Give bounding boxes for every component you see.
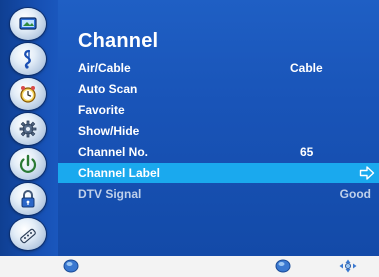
time-icon[interactable]	[10, 78, 46, 110]
menu-item-label: Show/Hide	[78, 124, 140, 138]
menu-item-value: 65	[300, 145, 314, 159]
menu-item-label: Channel No.	[78, 145, 149, 159]
menu-item-label: Channel Label	[78, 166, 161, 180]
menu-item-favorite[interactable]: Favorite	[58, 100, 379, 120]
input-icon[interactable]	[10, 148, 46, 180]
menu-item-value: Cable	[290, 61, 323, 75]
lock-icon[interactable]	[10, 183, 46, 215]
audio-icon[interactable]	[10, 43, 46, 75]
footer-bar	[0, 256, 379, 277]
menu-title: Channel	[78, 30, 159, 52]
menu-item-auto-scan[interactable]: Auto Scan	[58, 79, 379, 99]
menu-item-label: DTV Signal	[78, 187, 142, 201]
channel-icon[interactable]	[10, 218, 46, 250]
menu-button-icon	[63, 259, 79, 273]
menu-item-dtv-signal[interactable]: DTV Signal Good	[58, 184, 379, 204]
menu-item-label: Air/Cable	[78, 61, 131, 75]
arrow-right-icon	[359, 166, 375, 180]
menu-item-value: Good	[339, 187, 371, 201]
menu-item-label: Favorite	[78, 103, 125, 117]
osd-panel: Channel Air/Cable Cable Auto Scan Favori…	[0, 0, 379, 256]
picture-icon[interactable]	[10, 8, 46, 40]
menu-item-show-hide[interactable]: Show/Hide	[58, 121, 379, 141]
setup-icon[interactable]	[10, 113, 46, 145]
sidebar	[0, 0, 58, 256]
navigate-icon	[339, 259, 357, 273]
menu-item-air-cable[interactable]: Air/Cable Cable	[58, 58, 379, 78]
menu-item-label: Auto Scan	[78, 82, 138, 96]
menu-item-channel-label[interactable]: Channel Label	[58, 163, 379, 183]
tv-screen: Channel Air/Cable Cable Auto Scan Favori…	[0, 0, 379, 277]
menu-item-channel-no[interactable]: Channel No. 65	[58, 142, 379, 162]
enter-button-icon	[275, 259, 291, 273]
